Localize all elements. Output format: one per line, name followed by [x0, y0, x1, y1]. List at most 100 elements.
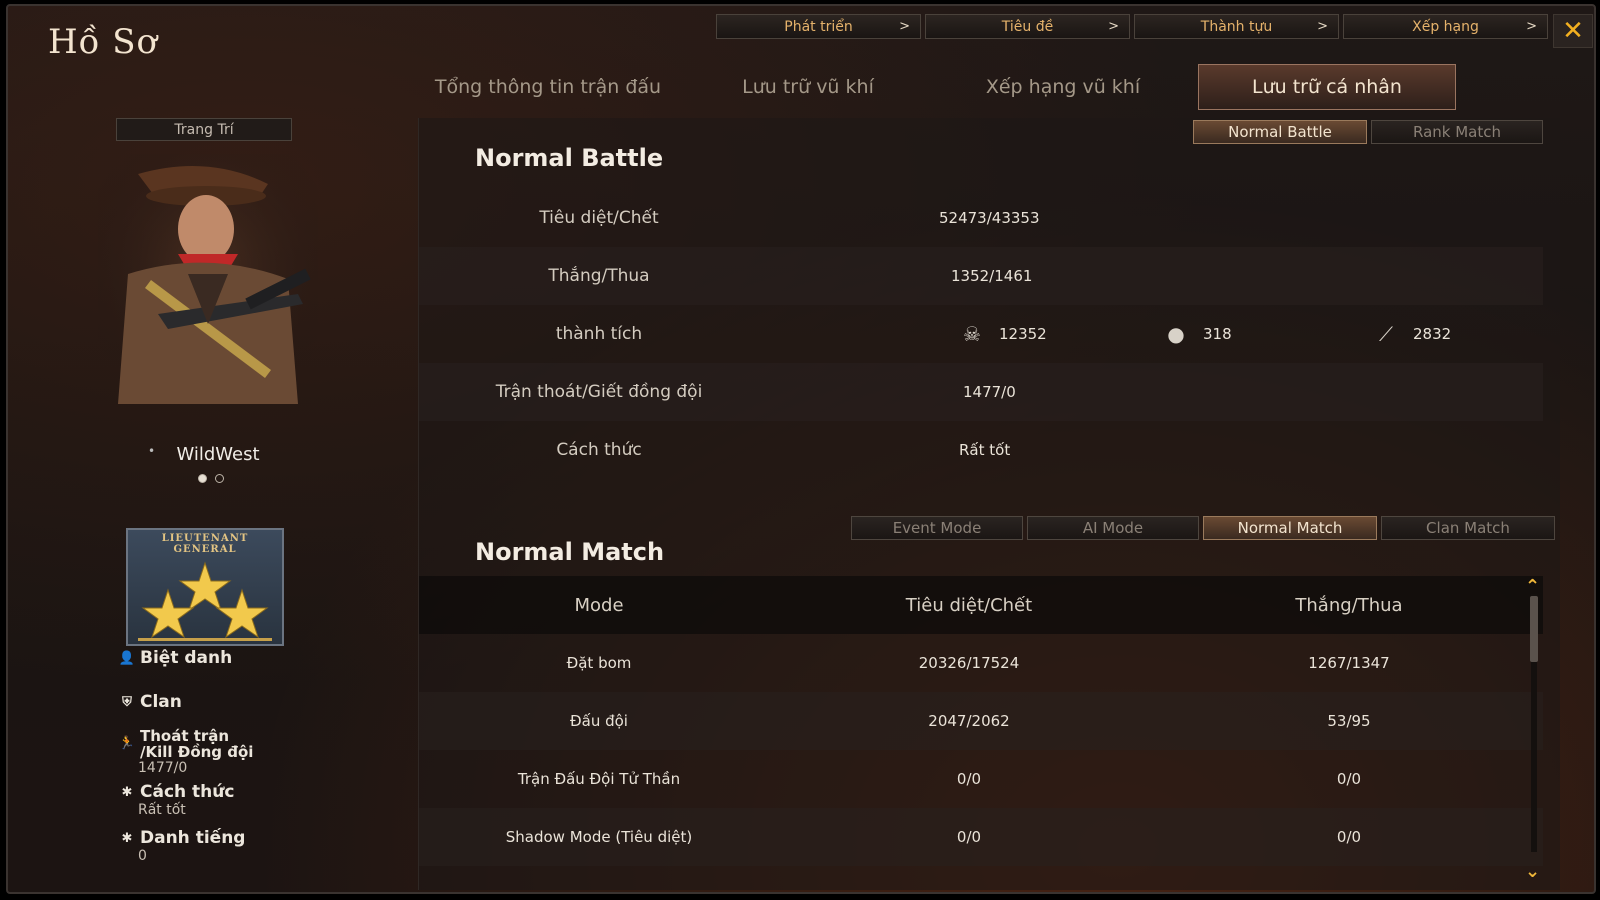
normal-battle-title: Normal Battle: [475, 144, 664, 172]
fame-value: 0: [138, 848, 147, 864]
escape-row: 🏃 Thoát trận /Kill Đồng đội 1477/0: [118, 728, 254, 776]
column-header: Thắng/Thua: [1295, 594, 1403, 616]
normal-match-title: Normal Match: [475, 538, 665, 566]
fame-row: ✱ Danh tiếng 0: [118, 828, 246, 864]
grenade-value: 318: [1203, 325, 1232, 343]
nav-ranking-button[interactable]: Xếp hạng >: [1343, 14, 1548, 39]
knife-value: 2832: [1413, 325, 1452, 343]
tab-ai-mode[interactable]: AI Mode: [1027, 516, 1199, 540]
tab-normal-match[interactable]: Normal Match: [1203, 516, 1377, 540]
tab-weapon-archive[interactable]: Lưu trữ vũ khí: [688, 64, 928, 110]
mode-cell: Trận Đấu Đội Tử Thần: [517, 770, 681, 788]
battle-type-tabs: Normal Battle Rank Match: [1193, 120, 1543, 144]
win-loss-cell: 53/95: [1327, 712, 1371, 730]
tab-clan-match[interactable]: Clan Match: [1381, 516, 1555, 540]
kill-death-cell: 0/0: [956, 770, 982, 788]
stat-label: Trận thoát/Giết đồng đội: [495, 382, 703, 402]
stat-row-kill-death: Tiêu diệt/Chết 52473/43353: [419, 189, 1543, 247]
profile-window: Hồ Sơ Phát triển > Tiêu đề > Thành tựu >…: [6, 4, 1596, 894]
stat-label: Tiêu diệt/Chết: [539, 208, 659, 228]
character-avatar: [98, 154, 318, 404]
skull-icon: ☠: [963, 322, 981, 346]
manner-label: Cách thức: [140, 782, 235, 802]
stat-value: Rất tốt: [959, 441, 1011, 459]
clan-row: ⛨ Clan: [118, 692, 182, 712]
table-row: Đấu đội 2047/2062 53/95: [419, 692, 1543, 750]
stat-value: 52473/43353: [939, 209, 1040, 227]
stat-value: 1477/0: [963, 383, 1016, 401]
pager-dot[interactable]: [215, 474, 224, 483]
rank-badge: LIEUTENANT GENERAL: [126, 528, 284, 646]
win-loss-cell: 1267/1347: [1308, 654, 1390, 672]
tab-rank-match[interactable]: Rank Match: [1371, 120, 1543, 144]
running-man-icon: 🏃: [118, 736, 136, 751]
close-button[interactable]: ✕: [1553, 14, 1593, 48]
main-tabs: Tổng thông tin trận đấu Lưu trữ vũ khí X…: [408, 64, 1456, 110]
tab-weapon-ranking[interactable]: Xếp hạng vũ khí: [928, 64, 1198, 110]
stat-value: 1352/1461: [951, 267, 1033, 285]
nav-label: Tiêu đề: [1001, 18, 1054, 35]
manner-row: ✱ Cách thức Rất tốt: [118, 782, 235, 818]
window-title: Hồ Sơ: [48, 22, 159, 62]
rank-stars-icon: [138, 561, 272, 641]
star-icon: [215, 588, 269, 639]
mode-cell: Đặt bom: [566, 654, 632, 672]
scroll-thumb[interactable]: [1530, 596, 1538, 662]
star-icon: [141, 588, 195, 639]
fame-label: Danh tiếng: [140, 828, 246, 848]
tab-match-overview[interactable]: Tổng thông tin trận đấu: [408, 64, 688, 110]
grenade-stat: ● 318: [1163, 322, 1232, 346]
escape-value: 1477/0: [138, 760, 188, 776]
chevron-down-icon[interactable]: ⌄: [1525, 861, 1540, 882]
stat-row-manner: Cách thức Rất tốt: [419, 421, 1543, 479]
table-scrollbar[interactable]: ⌃ ⌄: [1525, 576, 1541, 882]
chevron-right-icon: >: [1108, 19, 1119, 34]
win-loss-cell: 0/0: [1336, 770, 1362, 788]
kill-death-cell: 2047/2062: [928, 712, 1010, 730]
stat-row-win-loss: Thắng/Thua 1352/1461: [419, 247, 1543, 305]
escape-label-line2: /Kill Đồng đội: [140, 743, 254, 761]
headshot-stat: ☠ 12352: [959, 322, 1047, 346]
nav-label: Thành tựu: [1200, 18, 1273, 35]
stat-row-achievements: thành tích ☠ 12352 ● 318 ⟋ 2832: [419, 305, 1543, 363]
mode-cell: Shadow Mode (Tiêu diệt): [505, 828, 693, 846]
character-pager: [198, 474, 224, 483]
decorate-button[interactable]: Trang Trí: [116, 118, 292, 141]
rank-badge-text: LIEUTENANT GENERAL: [161, 533, 249, 555]
star-burst-icon: ✱: [121, 784, 133, 800]
nickname-label: Biệt danh: [140, 648, 233, 668]
clan-label: Clan: [140, 692, 182, 712]
nav-label: Phát triển: [784, 18, 853, 35]
star-icon: [178, 561, 232, 612]
headshot-value: 12352: [999, 325, 1047, 343]
knife-stat: ⟋ 2832: [1373, 322, 1451, 346]
chevron-right-icon: >: [1317, 19, 1328, 34]
chevron-right-icon: >: [899, 19, 910, 34]
pager-dot[interactable]: [198, 474, 207, 483]
nav-label: Xếp hạng: [1412, 18, 1479, 35]
close-icon: ✕: [1562, 16, 1584, 46]
manner-value: Rất tốt: [138, 802, 186, 818]
nav-development-button[interactable]: Phát triển >: [716, 14, 921, 39]
kill-death-cell: 20326/17524: [918, 654, 1020, 672]
nickname-row: 👤 Biệt danh: [118, 648, 232, 668]
clan-shield-icon: ⛨: [122, 694, 132, 710]
nav-titles-button[interactable]: Tiêu đề >: [925, 14, 1130, 39]
stat-row-escape: Trận thoát/Giết đồng đội 1477/0: [419, 363, 1543, 421]
stat-label: thành tích: [555, 324, 643, 344]
knife-icon: ⟋: [1379, 322, 1393, 346]
tab-normal-battle[interactable]: Normal Battle: [1193, 120, 1367, 144]
tab-event-mode[interactable]: Event Mode: [851, 516, 1023, 540]
tab-personal-archive[interactable]: Lưu trữ cá nhân: [1198, 64, 1456, 110]
mode-cell: Đấu đội: [570, 712, 628, 730]
nav-achievements-button[interactable]: Thành tựu >: [1134, 14, 1339, 39]
kill-death-cell: 0/0: [956, 828, 982, 846]
star-burst-icon: ✱: [121, 830, 133, 846]
column-header: Mode: [574, 594, 624, 616]
stats-panel: Normal Battle Rank Match Normal Battle T…: [418, 118, 1560, 890]
stat-label: Thắng/Thua: [548, 266, 650, 286]
grenade-icon: ●: [1167, 322, 1185, 346]
table-row: Trận Đấu Đội Tử Thần 0/0 0/0: [419, 750, 1543, 808]
stat-label: Cách thức: [556, 440, 642, 460]
table-row: Shadow Mode (Tiêu diệt) 0/0 0/0: [419, 808, 1543, 866]
